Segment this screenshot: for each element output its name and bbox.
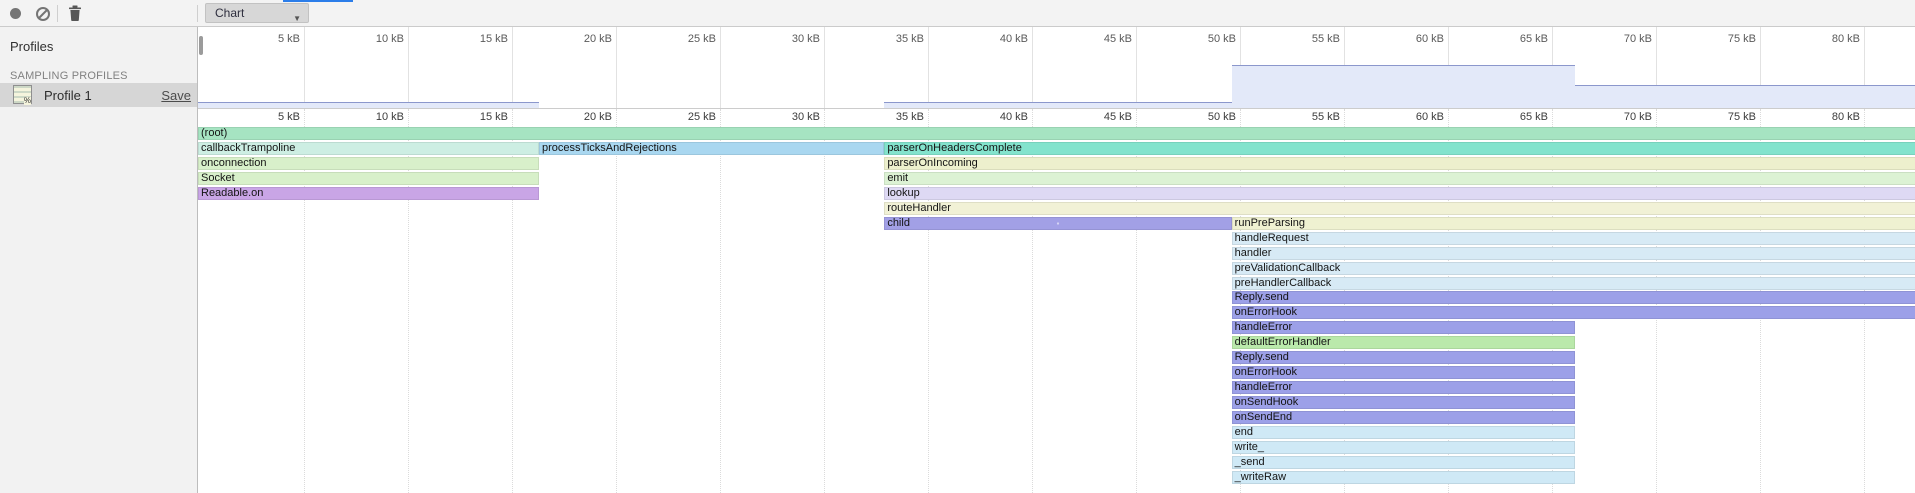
flame-frame[interactable]: callbackTrampoline (198, 142, 539, 155)
overview-ruler-label: 65 kB (1492, 33, 1548, 46)
toolbar-separator (57, 5, 58, 22)
sampling-profiles-heading: SAMPLING PROFILES (10, 70, 128, 82)
overview-ruler-label: 45 kB (1076, 33, 1132, 46)
toolbar: Chart ▼ (0, 0, 1915, 27)
flame-frame[interactable]: handleRequest (1232, 232, 1915, 245)
clear-profiles-button[interactable] (31, 0, 55, 26)
overview-ruler-label: 25 kB (660, 33, 716, 46)
flame-ruler-label: 25 kB (660, 111, 716, 124)
flame-ruler-label: 5 kB (244, 111, 300, 124)
record-button[interactable] (4, 0, 28, 26)
flame-ruler-label: 50 kB (1180, 111, 1236, 124)
flame-frame[interactable]: onErrorHook (1232, 366, 1575, 379)
overview-gridline (720, 27, 721, 108)
flame-frame[interactable]: preValidationCallback (1232, 262, 1915, 275)
flame-frame[interactable]: Readable.on (198, 187, 539, 200)
overview-ruler-label: 10 kB (348, 33, 404, 46)
flame-frame[interactable]: handler (1232, 247, 1915, 260)
flame-ruler-label: 80 kB (1804, 111, 1860, 124)
flame-frame[interactable]: preHandlerCallback (1232, 277, 1915, 290)
flame-frame[interactable]: write_ (1232, 441, 1575, 454)
flame-frame[interactable]: child (884, 217, 1231, 230)
flame-frame[interactable]: lookup (884, 187, 1915, 200)
flame-frame[interactable]: parserOnIncoming (884, 157, 1915, 170)
trash-icon (68, 5, 82, 21)
delete-profile-button[interactable] (63, 0, 87, 26)
toolbar-separator (197, 5, 198, 22)
overview-ruler-label: 5 kB (244, 33, 300, 46)
overview-gridline (304, 27, 305, 108)
sidebar-item-profile-1[interactable]: % Profile 1 Save (0, 83, 197, 107)
flame-frame[interactable]: onSendEnd (1232, 411, 1575, 424)
flame-frame[interactable]: (root) (198, 127, 1915, 140)
overview-ruler-label: 20 kB (556, 33, 612, 46)
sidebar-title: Profiles (10, 39, 53, 54)
overview-ruler-label: 60 kB (1388, 33, 1444, 46)
save-profile-link[interactable]: Save (161, 88, 191, 103)
flame-rows: (root) callbackTrampolineprocessTicksAndR… (198, 127, 1915, 493)
chevron-down-icon: ▼ (293, 10, 301, 28)
flame-frame[interactable]: end (1232, 426, 1575, 439)
flame-frame[interactable]: Socket (198, 172, 539, 185)
sidebar: Profiles SAMPLING PROFILES % Profile 1 S… (0, 27, 198, 493)
overview-ruler-label: 70 kB (1596, 33, 1652, 46)
flame-frame[interactable]: processTicksAndRejections (539, 142, 884, 155)
flame-ruler-label: 20 kB (556, 111, 612, 124)
chart-view-select-value: Chart (215, 6, 244, 20)
overview-memory-area (1575, 85, 1915, 108)
flame-ruler-label: 45 kB (1076, 111, 1132, 124)
overview-gridline (928, 27, 929, 108)
flame-frame[interactable]: routeHandler (884, 202, 1915, 215)
overview-pane[interactable]: 5 kB 10 kB 15 kB 20 kB 25 kB 30 kB 35 kB 40 kB 4… (198, 27, 1915, 108)
flame-frame[interactable]: onErrorHook (1232, 306, 1915, 319)
overview-memory-area (1232, 65, 1575, 108)
flame-frame[interactable]: _writeRaw (1232, 471, 1575, 484)
flame-ruler-label: 10 kB (348, 111, 404, 124)
flame-frame[interactable]: defaultErrorHandler (1232, 336, 1575, 349)
flame-frame[interactable]: handleError (1232, 321, 1575, 334)
overview-gridline (512, 27, 513, 108)
flame-frame[interactable]: Reply.send (1232, 351, 1575, 364)
overview-divider (198, 108, 1915, 109)
flame-frame[interactable]: onSendHook (1232, 396, 1575, 409)
overview-ruler-label: 40 kB (972, 33, 1028, 46)
flame-ruler-label: 75 kB (1700, 111, 1756, 124)
flame-chart-pane: 5 kB 10 kB 15 kB 20 kB 25 kB 30 kB 35 kB 40 kB 4… (198, 27, 1915, 493)
flame-ruler-label: 65 kB (1492, 111, 1548, 124)
overview-ruler-label: 35 kB (868, 33, 924, 46)
flame-frame[interactable]: _send (1232, 456, 1575, 469)
flame-frame[interactable]: runPreParsing (1232, 217, 1915, 230)
overview-ruler-label: 50 kB (1180, 33, 1236, 46)
profile-name: Profile 1 (44, 88, 92, 103)
overview-gridline (1136, 27, 1137, 108)
flame-ruler-label: 60 kB (1388, 111, 1444, 124)
overview-ruler-label: 55 kB (1284, 33, 1340, 46)
overview-gridline (824, 27, 825, 108)
record-icon (10, 8, 21, 19)
overview-gridline (408, 27, 409, 108)
memory-profiler-panel: Chart ▼ Profiles SAMPLING PROFILES % Pro… (0, 0, 1915, 493)
flame-frame[interactable]: Reply.send (1232, 291, 1915, 304)
flame-frame[interactable]: emit (884, 172, 1915, 185)
active-tab-indicator (283, 0, 353, 2)
overview-ruler-label: 80 kB (1804, 33, 1860, 46)
overview-gridline (1032, 27, 1033, 108)
flame-ruler-label: 30 kB (764, 111, 820, 124)
overview-ruler-label: 15 kB (452, 33, 508, 46)
flame-frame[interactable]: handleError (1232, 381, 1575, 394)
chart-view-select[interactable]: Chart ▼ (205, 3, 309, 23)
flame-ruler-label: 40 kB (972, 111, 1028, 124)
flame-ruler-label: 55 kB (1284, 111, 1340, 124)
flame-ruler-label: 70 kB (1596, 111, 1652, 124)
vertical-scrollbar-thumb[interactable] (199, 36, 203, 55)
flame-frame[interactable]: onconnection (198, 157, 539, 170)
overview-gridline (616, 27, 617, 108)
flame-frame[interactable]: parserOnHeadersComplete (884, 142, 1915, 155)
flame-ruler-label: 15 kB (452, 111, 508, 124)
flame-ruler-label: 35 kB (868, 111, 924, 124)
overview-ruler-label: 30 kB (764, 33, 820, 46)
clear-icon (36, 7, 50, 21)
sampling-profile-icon: % (13, 85, 32, 104)
overview-ruler-label: 75 kB (1700, 33, 1756, 46)
